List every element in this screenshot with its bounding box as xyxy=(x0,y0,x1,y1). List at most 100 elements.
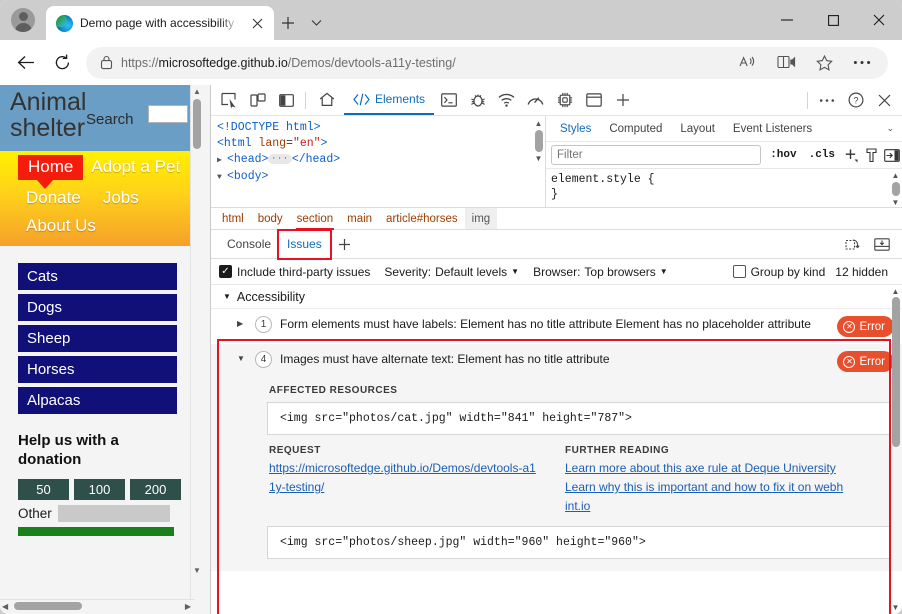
nav-item-adopt[interactable]: Adopt a Pet xyxy=(83,155,188,180)
nav-item-home[interactable]: Home xyxy=(18,155,83,180)
console-icon[interactable] xyxy=(434,87,463,114)
scrollbar-thumb[interactable] xyxy=(193,99,201,149)
more-tools-icon[interactable] xyxy=(812,87,841,114)
donate-200-button[interactable]: 200 xyxy=(130,479,181,500)
styles-scrollbar[interactable]: ▲ ▼ xyxy=(889,169,902,207)
dom-tree[interactable]: <!DOCTYPE html> <html lang="en"> ▶<head>… xyxy=(211,116,545,186)
inspect-element-icon[interactable] xyxy=(214,87,243,114)
collapse-icon[interactable]: ▼ xyxy=(237,351,247,363)
tab-issues[interactable]: Issues xyxy=(279,231,330,258)
help-icon[interactable]: ? xyxy=(841,87,870,114)
scroll-down-icon[interactable]: ▼ xyxy=(535,154,543,163)
scroll-down-icon[interactable]: ▼ xyxy=(193,566,201,575)
close-icon[interactable] xyxy=(246,12,268,34)
chevron-down-icon[interactable]: ▼ xyxy=(223,292,231,301)
nav-item-jobs[interactable]: Jobs xyxy=(95,186,147,211)
nav-item-about[interactable]: About Us xyxy=(18,214,104,239)
read-aloud-icon[interactable] xyxy=(730,47,766,79)
scroll-left-icon[interactable]: ◀ xyxy=(2,602,8,611)
scroll-up-icon[interactable]: ▲ xyxy=(193,87,201,96)
tab-welcome[interactable] xyxy=(310,86,344,115)
application-icon[interactable] xyxy=(579,87,608,114)
chevron-down-icon[interactable] xyxy=(302,6,330,40)
back-button[interactable] xyxy=(8,47,44,79)
category-sheep[interactable]: Sheep xyxy=(18,325,177,352)
group-by-kind-filter[interactable]: Group by kind xyxy=(733,265,826,279)
breadcrumb-img[interactable]: img xyxy=(465,208,498,229)
group-by-kind-checkbox[interactable] xyxy=(733,265,746,278)
request-link[interactable]: https://microsoftedge.github.io/Demos/de… xyxy=(269,459,541,497)
new-tab-button[interactable] xyxy=(274,6,302,40)
styles-rules[interactable]: element.style { } xyxy=(546,169,902,202)
category-alpacas[interactable]: Alpacas xyxy=(18,387,177,414)
hover-state-button[interactable]: :hov xyxy=(767,149,799,161)
class-toggle-button[interactable]: .cls xyxy=(806,149,838,161)
address-bar[interactable]: https://microsoftedge.github.io/Demos/de… xyxy=(86,47,888,79)
scroll-up-icon[interactable]: ▲ xyxy=(892,171,900,180)
breadcrumb-article[interactable]: article#horses xyxy=(379,208,465,229)
affected-resource-item[interactable]: <img src="photos/sheep.jpg" width="960" … xyxy=(267,526,890,559)
dock-drawer-icon[interactable] xyxy=(867,231,896,258)
toggle-sidebar-icon[interactable] xyxy=(884,149,900,162)
performance-icon[interactable] xyxy=(521,87,550,114)
chevron-down-icon[interactable]: ⌄ xyxy=(878,123,902,134)
minimize-button[interactable] xyxy=(764,0,810,40)
dom-line-head[interactable]: ▶<head>···</head> xyxy=(217,152,545,169)
issue-group-accessibility[interactable]: ▼ Accessibility xyxy=(211,285,902,309)
chevron-down-icon[interactable]: ▼ xyxy=(660,267,668,276)
network-icon[interactable] xyxy=(492,87,521,114)
search-input[interactable] xyxy=(148,105,188,123)
chevron-down-icon[interactable]: ▼ xyxy=(511,267,519,276)
issue-row[interactable]: ▼ 4 Images must have alternate text: Ele… xyxy=(211,344,902,379)
tab-styles[interactable]: Styles xyxy=(551,117,600,141)
breadcrumb-html[interactable]: html xyxy=(215,208,251,229)
collapsed-content-icon[interactable]: ··· xyxy=(268,154,291,164)
close-window-button[interactable] xyxy=(856,0,902,40)
memory-icon[interactable] xyxy=(550,87,579,114)
styles-scroll-thumb[interactable] xyxy=(892,182,900,196)
tab-layout[interactable]: Layout xyxy=(671,117,724,141)
breadcrumb-body[interactable]: body xyxy=(251,208,290,229)
scroll-up-icon[interactable]: ▲ xyxy=(892,287,900,296)
styles-filter-input[interactable]: Filter xyxy=(551,145,761,165)
dom-scrollbar[interactable]: ▲ ▼ xyxy=(532,116,545,207)
breadcrumb-main[interactable]: main xyxy=(340,208,379,229)
third-party-filter[interactable]: Include third-party issues xyxy=(219,265,370,279)
category-dogs[interactable]: Dogs xyxy=(18,294,177,321)
issues-scrollbar[interactable]: ▲ ▼ xyxy=(889,285,902,614)
issue-row[interactable]: ▶ 1 Form elements must have labels: Elem… xyxy=(211,309,902,344)
new-style-rule-icon[interactable] xyxy=(844,148,859,163)
dock-side-icon[interactable] xyxy=(272,87,301,114)
maximize-button[interactable] xyxy=(810,0,856,40)
issues-scroll-thumb[interactable] xyxy=(892,297,900,447)
immersive-reader-icon[interactable] xyxy=(768,47,804,79)
page-horizontal-scrollbar[interactable]: ◀ ▶ xyxy=(0,599,195,611)
copy-issues-icon[interactable] xyxy=(838,231,867,258)
settings-more-icon[interactable] xyxy=(844,47,880,79)
category-horses[interactable]: Horses xyxy=(18,356,177,383)
severity-filter[interactable]: Severity: Default levels ▼ xyxy=(384,265,519,279)
donate-50-button[interactable]: 50 xyxy=(18,479,69,500)
add-drawer-tab-button[interactable] xyxy=(330,231,359,258)
scroll-down-icon[interactable]: ▼ xyxy=(892,198,900,207)
close-devtools-icon[interactable] xyxy=(870,87,899,114)
affected-resource-item[interactable]: <img src="photos/cat.jpg" width="841" he… xyxy=(267,402,890,435)
page-vertical-scrollbar[interactable]: ▲ ▼ xyxy=(190,85,202,599)
more-tabs-button[interactable] xyxy=(608,87,637,114)
browser-filter[interactable]: Browser: Top browsers ▼ xyxy=(533,265,668,279)
profile-button[interactable] xyxy=(0,0,46,40)
favorite-star-icon[interactable] xyxy=(806,47,842,79)
nav-item-donate[interactable]: Donate xyxy=(18,186,89,211)
dom-scroll-thumb[interactable] xyxy=(535,130,543,152)
tab-elements[interactable]: Elements xyxy=(344,86,434,115)
device-emulation-icon[interactable] xyxy=(243,87,272,114)
expand-icon[interactable]: ▶ xyxy=(237,316,247,328)
refresh-button[interactable] xyxy=(44,47,80,79)
tab-console[interactable]: Console xyxy=(219,231,279,258)
scroll-up-icon[interactable]: ▲ xyxy=(535,119,543,128)
tab-computed[interactable]: Computed xyxy=(600,117,671,141)
scroll-right-icon[interactable]: ▶ xyxy=(185,602,191,611)
donate-100-button[interactable]: 100 xyxy=(74,479,125,500)
computed-style-icon[interactable] xyxy=(865,148,878,163)
tab-event-listeners[interactable]: Event Listeners xyxy=(724,117,821,141)
